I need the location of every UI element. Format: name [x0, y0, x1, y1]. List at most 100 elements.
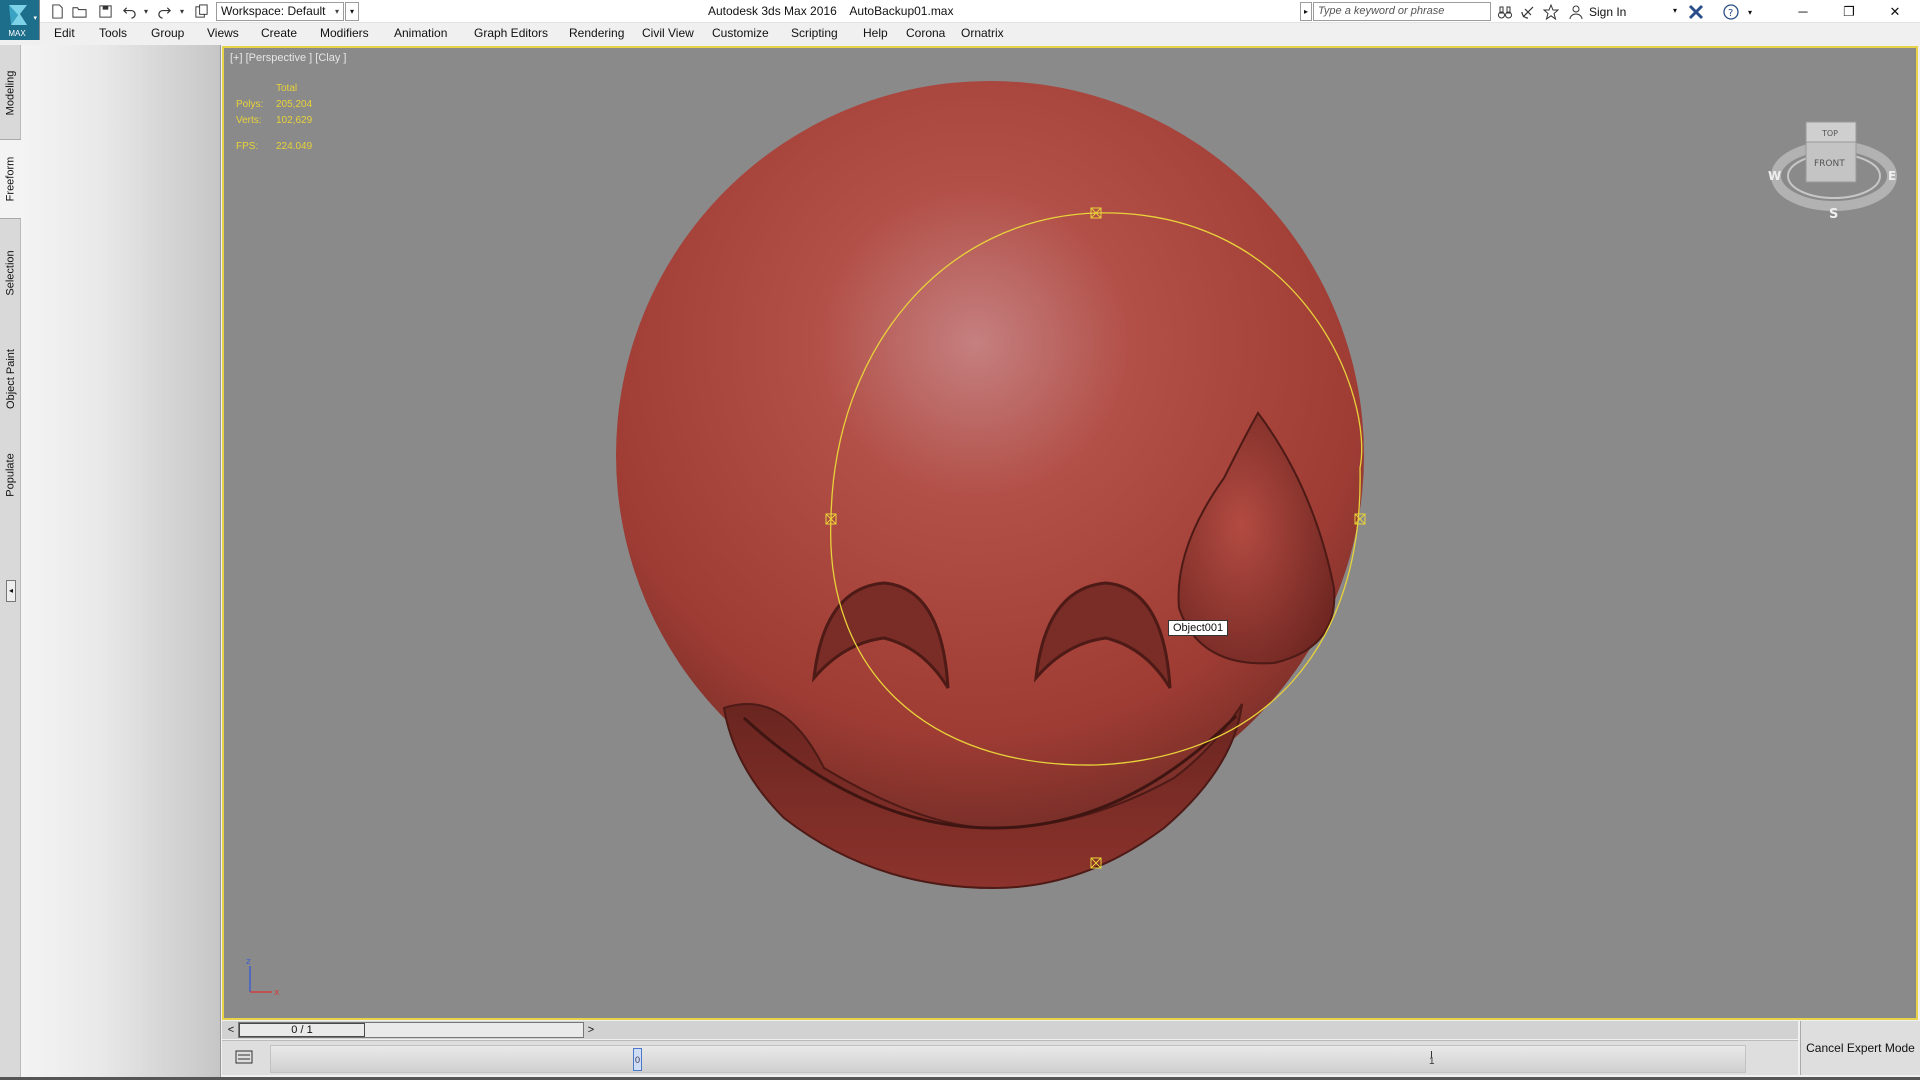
current-frame-marker[interactable]: 0: [633, 1048, 642, 1071]
workspace-value: Workspace: Default: [221, 4, 326, 18]
redo-dropdown[interactable]: ▾: [177, 2, 187, 20]
window-title: Autodesk 3ds Max 2016 AutoBackup01.max: [708, 4, 954, 18]
search-input[interactable]: Type a keyword or phrase: [1313, 2, 1491, 21]
menu-animation[interactable]: Animation: [394, 26, 447, 40]
restore-button[interactable]: ❐: [1826, 0, 1872, 23]
workspace-dropdown[interactable]: Workspace: Default ▾: [216, 2, 344, 21]
tab-modeling[interactable]: Modeling: [0, 55, 21, 131]
menu-modifiers[interactable]: Modifiers: [320, 26, 369, 40]
stats-verts-value: 102,629: [276, 115, 313, 126]
time-slider-prev-button[interactable]: <: [224, 1023, 238, 1037]
help-button[interactable]: ?: [1721, 2, 1741, 22]
undo-icon: [122, 6, 136, 19]
menu-create[interactable]: Create: [261, 26, 297, 40]
ribbon-toggle-button[interactable]: ◂: [6, 580, 16, 602]
user-button[interactable]: [1566, 2, 1586, 22]
open-file-button[interactable]: [70, 2, 88, 20]
menu-civil-view[interactable]: Civil View: [642, 26, 694, 40]
tab-populate-label: Populate: [4, 453, 17, 497]
menu-group[interactable]: Group: [151, 26, 184, 40]
satellite-icon: [1521, 6, 1534, 19]
menu-bar: Edit Tools Group Views Create Modifiers …: [40, 23, 1920, 45]
menu-scripting[interactable]: Scripting: [791, 26, 838, 40]
exchange-apps-button[interactable]: [1686, 2, 1706, 22]
stats-polys-label: Polys:: [236, 99, 264, 110]
ribbon-tab-strip: Modeling Freeform Selection Object Paint…: [0, 45, 21, 1080]
mini-curve-editor-icon[interactable]: [234, 1047, 254, 1067]
scene-render: z x: [246, 81, 1366, 998]
tab-freeform[interactable]: Freeform: [0, 139, 21, 219]
track-tick-label: 1: [1429, 1056, 1435, 1067]
minimize-button[interactable]: ─: [1780, 0, 1826, 23]
close-icon: ✕: [1889, 3, 1901, 19]
perspective-viewport[interactable]: z x [+] [Perspective ] [Clay ] Total Pol…: [222, 46, 1918, 1020]
ribbon-panel: [21, 45, 221, 1080]
viewport-statistics: Total Polys: 205,204 Verts: 102,629 FPS: 22…: [236, 81, 312, 155]
tab-selection-label: Selection: [4, 250, 17, 296]
menu-rendering[interactable]: Rendering: [569, 26, 624, 40]
application-menu-button[interactable]: MAX ▾: [0, 0, 40, 40]
restore-icon: ❐: [1843, 3, 1855, 19]
track-bar[interactable]: 0 1: [270, 1045, 1746, 1073]
sign-in-link[interactable]: Sign In: [1589, 5, 1626, 19]
undo-dropdown[interactable]: ▾: [141, 2, 151, 20]
sign-in-dropdown[interactable]: ▾: [1673, 6, 1677, 15]
chevron-down-icon: ▾: [33, 15, 37, 22]
communication-center-button[interactable]: [1518, 2, 1538, 22]
redo-icon: [157, 6, 171, 19]
minimize-icon: ─: [1798, 4, 1808, 19]
axis-z-label: z: [246, 957, 251, 967]
viewcube[interactable]: TOP FRONT W E S: [1764, 102, 1904, 232]
search-binoculars-button[interactable]: [1495, 2, 1515, 22]
menu-tools[interactable]: Tools: [99, 26, 127, 40]
time-slider[interactable]: 0 / 1: [238, 1022, 584, 1038]
binoculars-icon: [1498, 6, 1512, 19]
tab-object-paint[interactable]: Object Paint: [0, 329, 21, 429]
menu-graph-editors[interactable]: Graph Editors: [474, 26, 548, 40]
undo-button[interactable]: [120, 2, 138, 20]
close-button[interactable]: ✕: [1872, 0, 1918, 23]
stats-header: Total: [276, 83, 298, 94]
time-slider-row: < 0 / 1 >: [222, 1021, 1798, 1039]
menu-views[interactable]: Views: [207, 26, 239, 40]
cancel-expert-mode-button[interactable]: Cancel Expert Mode: [1800, 1021, 1920, 1075]
favorites-button[interactable]: [1541, 2, 1561, 22]
help-dropdown[interactable]: ▾: [1740, 2, 1760, 22]
app-logo-label: MAX: [8, 29, 26, 38]
viewcube-front-label: FRONT: [1814, 159, 1845, 169]
tab-selection[interactable]: Selection: [0, 233, 21, 313]
user-icon: [1569, 5, 1583, 20]
chevron-down-icon: ▾: [334, 7, 339, 16]
tab-modeling-label: Modeling: [4, 70, 17, 116]
viewport-label-menu[interactable]: [+] [Perspective ] [Clay ]: [230, 52, 346, 64]
stats-polys-value: 205,204: [276, 99, 313, 110]
save-icon: [98, 4, 112, 18]
menu-corona[interactable]: Corona: [906, 26, 945, 40]
axis-x-label: x: [274, 988, 280, 998]
menu-edit[interactable]: Edit: [54, 26, 75, 40]
tab-object-paint-label: Object Paint: [4, 349, 17, 409]
track-bar-row: 0 1: [222, 1040, 1798, 1075]
redo-button[interactable]: [155, 2, 173, 20]
help-icon: ?: [1723, 4, 1739, 20]
viewcube-west-label: W: [1768, 169, 1781, 183]
menu-customize[interactable]: Customize: [712, 26, 769, 40]
time-slider-next-button[interactable]: >: [584, 1023, 598, 1037]
new-file-button[interactable]: [48, 2, 66, 20]
exchange-x-icon: [1688, 4, 1704, 20]
menu-help[interactable]: Help: [863, 26, 888, 40]
viewcube-top-label: TOP: [1821, 129, 1838, 138]
title-bar: MAX ▾ ▾ ▾ Workspace: Default ▾ ▾ Autodes…: [0, 0, 1920, 40]
time-slider-thumb[interactable]: 0 / 1: [239, 1023, 365, 1037]
save-file-button[interactable]: [96, 2, 114, 20]
3dsmax-logo-icon: [9, 5, 27, 25]
quick-access-customize-button[interactable]: ▾: [345, 2, 359, 21]
tab-freeform-label: Freeform: [4, 156, 17, 202]
tab-populate[interactable]: Populate: [0, 435, 21, 515]
stats-fps-value: 224.049: [276, 141, 313, 152]
project-folder-button[interactable]: [192, 2, 210, 20]
menu-ornatrix[interactable]: Ornatrix: [961, 26, 1004, 40]
viewcube-south-label: S: [1829, 207, 1838, 222]
stats-fps-label: FPS:: [236, 141, 259, 152]
search-expand-button[interactable]: ▸: [1300, 2, 1312, 21]
